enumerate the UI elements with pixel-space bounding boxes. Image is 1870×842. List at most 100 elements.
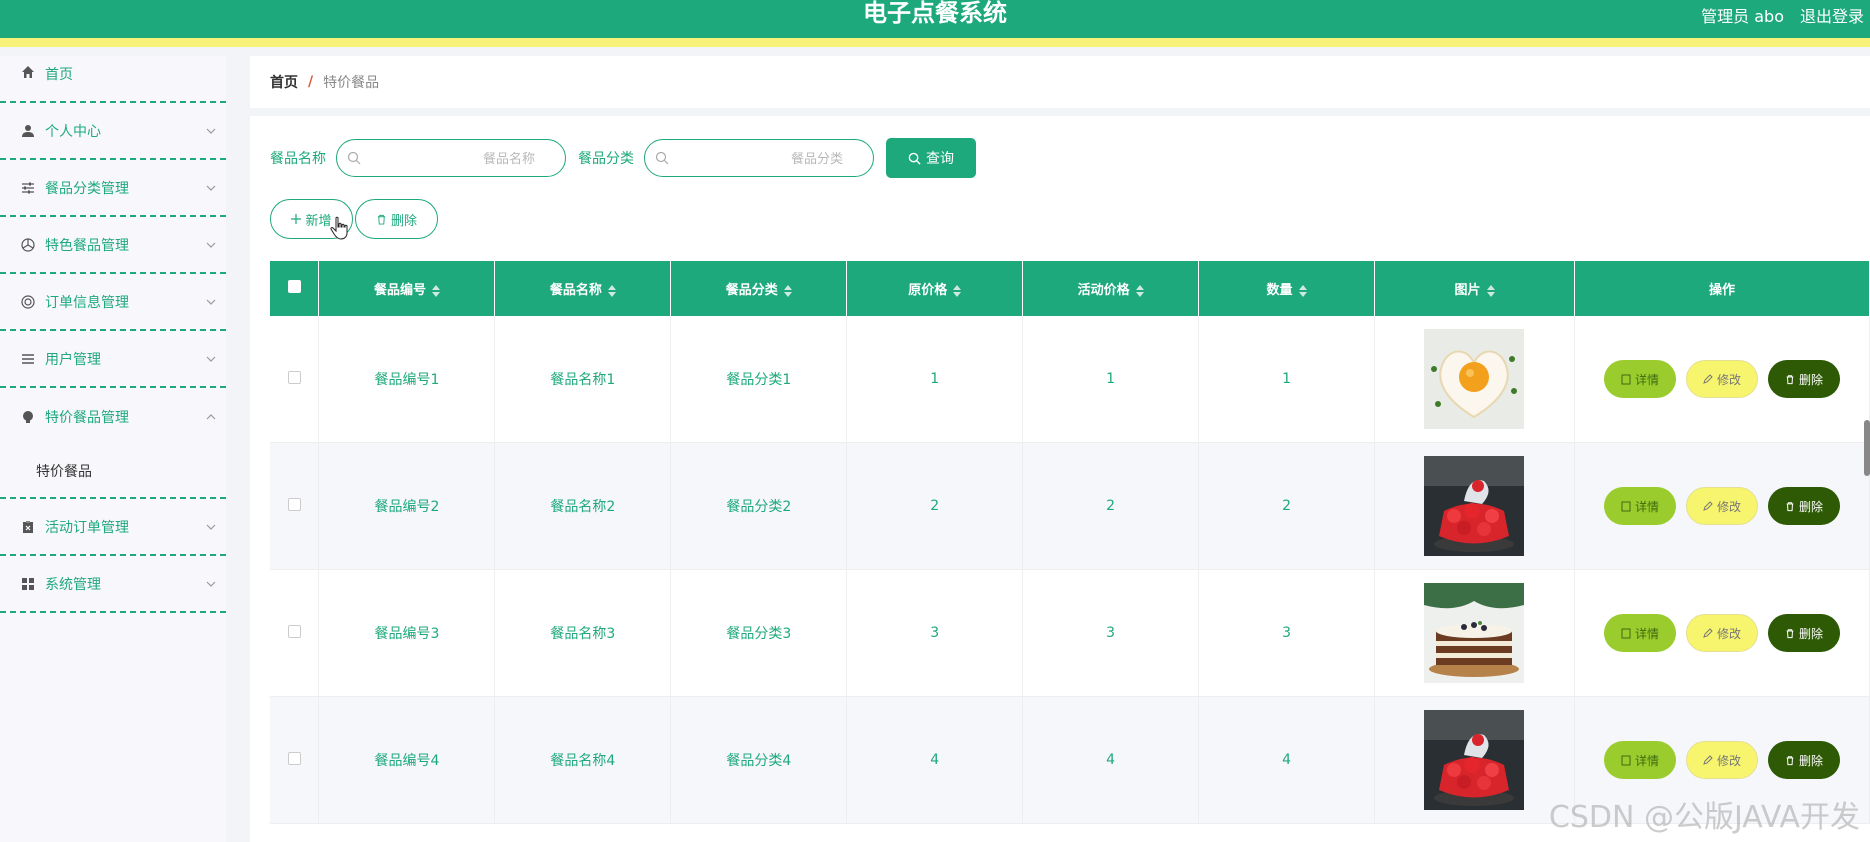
category-search-box[interactable]: [644, 139, 874, 177]
table-row: 餐品编号3 餐品名称3 餐品分类3 3 3 3 详情 修改 删除: [270, 569, 1870, 697]
name-search-input[interactable]: [369, 148, 537, 170]
delete-button-label: 删除: [1798, 372, 1823, 387]
cell-category: 餐品分类3: [670, 569, 848, 697]
column-header[interactable]: 活动价格: [1022, 261, 1200, 316]
logout-link[interactable]: 退出登录: [1800, 3, 1870, 27]
meals-table: 餐品编号 餐品名称 餐品分类 原价格 活动价格 数量 图片 操作 餐品编号1 餐…: [270, 261, 1870, 824]
strawberry-bingsu-photo[interactable]: [1424, 710, 1525, 810]
column-header[interactable]: 餐品编号: [318, 261, 496, 316]
bulb-icon: [20, 409, 36, 425]
layer-cake-photo[interactable]: [1424, 583, 1525, 683]
chevron-down-icon: [206, 128, 216, 134]
document-icon: [1621, 628, 1631, 639]
delete-button[interactable]: 删除: [1767, 741, 1840, 779]
cell-code: 餐品编号4: [318, 696, 496, 824]
chevron-down-icon: [206, 356, 216, 362]
breadcrumb-home[interactable]: 首页: [270, 72, 298, 92]
sidebar-item-featured[interactable]: 特色餐品管理: [0, 217, 226, 274]
cell-name: 餐品名称4: [494, 696, 672, 824]
column-header[interactable]: 原价格: [846, 261, 1024, 316]
sidebar-item-label: 特色餐品管理: [45, 237, 129, 254]
delete-button[interactable]: 删除: [1767, 360, 1840, 398]
delete-button[interactable]: 删除: [1767, 487, 1840, 525]
sidebar-item-users[interactable]: 用户管理: [0, 331, 226, 388]
sidebar-item-system[interactable]: 系统管理: [0, 556, 226, 613]
sort-icon: [1298, 284, 1307, 297]
sidebar-item-label: 首页: [45, 67, 73, 83]
row-checkbox[interactable]: [287, 370, 301, 384]
heart-egg-photo[interactable]: [1424, 329, 1525, 429]
query-button[interactable]: 查询: [886, 138, 976, 178]
detail-button[interactable]: 详情: [1603, 741, 1676, 779]
cell-price: 1: [846, 316, 1024, 443]
row-checkbox[interactable]: [287, 497, 301, 511]
add-button-label: 新增: [305, 212, 332, 228]
column-header[interactable]: 数量: [1198, 261, 1376, 316]
search-icon: [655, 151, 669, 165]
breadcrumb-separator: /: [308, 74, 314, 90]
row-select-cell[interactable]: [270, 442, 320, 570]
user-icon: [20, 123, 36, 139]
edit-button[interactable]: 修改: [1685, 614, 1758, 652]
sidebar-item-profile[interactable]: 个人中心: [0, 103, 226, 160]
document-icon: [1621, 755, 1631, 766]
select-all-cell[interactable]: [270, 261, 320, 316]
category-search-input[interactable]: [677, 148, 845, 170]
edit-button[interactable]: 修改: [1685, 487, 1758, 525]
sidebar-item-special[interactable]: 特价餐品管理: [0, 388, 226, 445]
chevron-down-icon: [206, 242, 216, 248]
sidebar-item-category[interactable]: 餐品分类管理: [0, 160, 226, 217]
sidebar-item-label: 用户管理: [45, 351, 101, 368]
cell-image: [1374, 569, 1575, 697]
sidebar-item-label: 活动订单管理: [45, 519, 129, 536]
sidebar-subitem-special-meals[interactable]: 特价餐品: [0, 445, 226, 499]
column-header[interactable]: 图片: [1374, 261, 1575, 316]
cell-promo-price: 1: [1022, 316, 1200, 443]
document-icon: [1621, 374, 1631, 385]
pencil-icon: [1703, 755, 1713, 765]
cell-code: 餐品编号3: [318, 569, 496, 697]
row-select-cell[interactable]: [270, 696, 320, 824]
sidebar-item-orders[interactable]: 订单信息管理: [0, 274, 226, 331]
select-all-checkbox[interactable]: [287, 280, 301, 293]
sort-icon: [431, 284, 440, 297]
sidebar-item-label: 系统管理: [45, 576, 101, 593]
name-search-box[interactable]: [336, 139, 566, 177]
sort-icon: [953, 284, 962, 297]
delete-button[interactable]: 删除: [1767, 614, 1840, 652]
detail-button[interactable]: 详情: [1603, 614, 1676, 652]
edit-button[interactable]: 修改: [1685, 360, 1758, 398]
edit-button[interactable]: 修改: [1685, 741, 1758, 779]
sidebar-item-home[interactable]: 首页: [0, 56, 226, 103]
detail-button-label: 详情: [1634, 372, 1659, 387]
row-select-cell[interactable]: [270, 569, 320, 697]
chevron-up-icon: [206, 413, 216, 419]
cell-quantity: 2: [1198, 442, 1376, 570]
row-checkbox[interactable]: [287, 751, 301, 765]
detail-button[interactable]: 详情: [1603, 487, 1676, 525]
bulk-delete-button[interactable]: 删除: [355, 199, 438, 239]
pencil-icon: [1703, 628, 1713, 638]
scrollbar-thumb[interactable]: [1864, 420, 1870, 476]
sliders-icon: [20, 180, 36, 196]
delete-button-label: 删除: [1798, 626, 1823, 641]
query-button-label: 查询: [926, 150, 954, 166]
cell-name: 餐品名称2: [494, 442, 672, 570]
cell-name: 餐品名称3: [494, 569, 672, 697]
sidebar-item-activity-orders[interactable]: 活动订单管理: [0, 499, 226, 556]
category-search-label: 餐品分类: [578, 151, 634, 167]
column-header[interactable]: 餐品名称: [494, 261, 672, 316]
strawberry-bingsu-photo[interactable]: [1424, 456, 1525, 556]
edit-button-label: 修改: [1716, 753, 1741, 768]
detail-button[interactable]: 详情: [1603, 360, 1676, 398]
row-checkbox[interactable]: [287, 624, 301, 638]
edit-button-label: 修改: [1716, 372, 1741, 387]
column-label: 原价格: [908, 283, 948, 298]
row-select-cell[interactable]: [270, 316, 320, 443]
chevron-down-icon: [206, 299, 216, 305]
sidebar-item-label: 个人中心: [45, 123, 101, 140]
chevron-down-icon: [206, 581, 216, 587]
column-header[interactable]: 餐品分类: [670, 261, 848, 316]
column-label: 操作: [1708, 283, 1735, 298]
pencil-icon: [1703, 501, 1713, 511]
